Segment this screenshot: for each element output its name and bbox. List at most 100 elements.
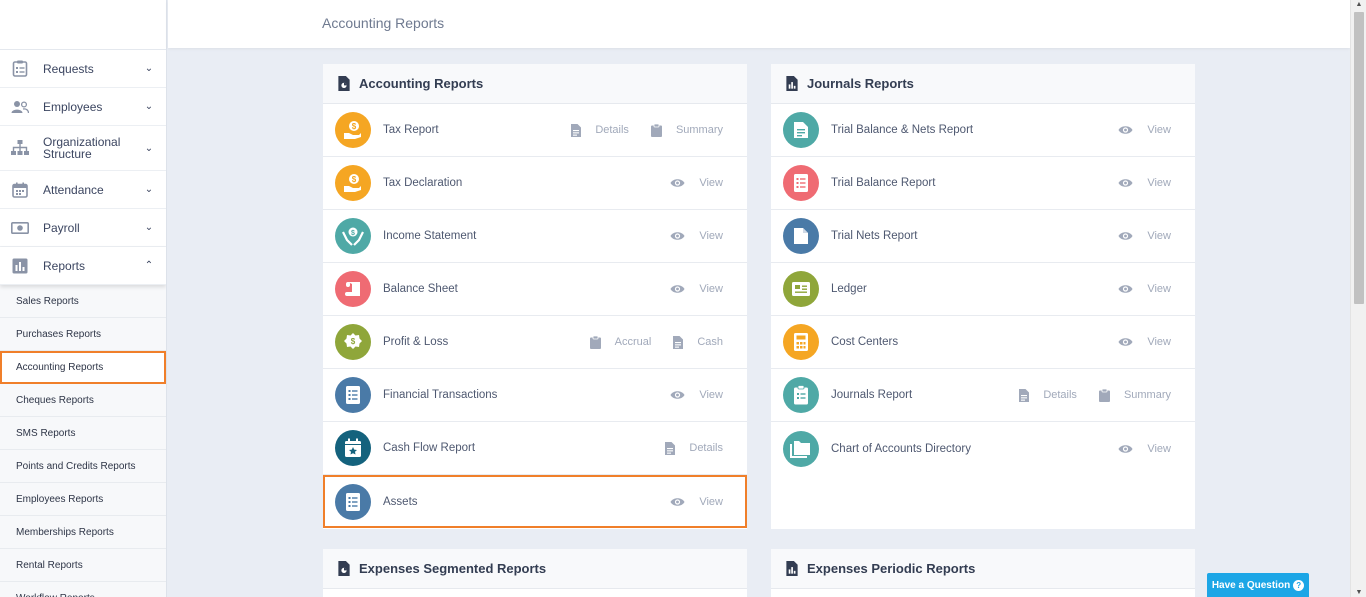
report-name[interactable]: Cost Centers: [831, 336, 1096, 348]
submenu-item-workflow-reports[interactable]: Workflow Reports: [0, 582, 166, 597]
report-name[interactable]: Chart of Accounts Directory: [831, 443, 1096, 455]
view-link[interactable]: View: [670, 230, 723, 242]
submenu-item-sales-reports[interactable]: Sales Reports: [0, 285, 166, 318]
document-icon: [1019, 388, 1036, 402]
chevron-down-icon: ⌄: [144, 63, 154, 74]
view-link[interactable]: View: [670, 496, 723, 508]
report-name[interactable]: Ledger: [831, 283, 1096, 295]
svg-text:$: $: [352, 175, 357, 184]
report-row-income-statement[interactable]: $ Income Statement View: [323, 210, 747, 263]
submenu-item-points-credits-reports[interactable]: Points and Credits Reports: [0, 450, 166, 483]
report-row-tax-report[interactable]: $ Tax Report Details Summary: [323, 104, 747, 157]
report-row-financial-transactions[interactable]: Financial Transactions View: [323, 369, 747, 422]
report-row-journals-report[interactable]: Journals Report Details Summary: [771, 369, 1195, 422]
report-row-cost-centers[interactable]: Cost Centers View: [771, 316, 1195, 369]
action-label: View: [1147, 124, 1171, 136]
chevron-up-icon: ⌃: [144, 260, 154, 271]
scrollbar-thumb[interactable]: [1354, 12, 1364, 304]
expenses-segmented-panel: Expenses Segmented Reports: [323, 549, 747, 597]
report-name[interactable]: Assets: [383, 496, 648, 508]
have-a-question-button[interactable]: Have a Question ?: [1207, 573, 1309, 597]
report-row-ledger[interactable]: Ledger View: [771, 263, 1195, 316]
submenu-item-employees-reports[interactable]: Employees Reports: [0, 483, 166, 516]
clipboard-icon: [589, 335, 608, 349]
report-name[interactable]: Income Statement: [383, 230, 648, 242]
action-label: View: [699, 283, 723, 295]
action-label: View: [699, 177, 723, 189]
report-name[interactable]: Trial Nets Report: [831, 230, 1096, 242]
sidebar-item-label: Attendance: [43, 182, 104, 197]
scroll-up-arrow[interactable]: ▲: [1351, 1, 1366, 8]
report-name[interactable]: Financial Transactions: [383, 389, 648, 401]
report-name[interactable]: Trial Balance & Nets Report: [831, 124, 1096, 136]
sidebar-item-attendance[interactable]: Attendance ⌄: [0, 171, 166, 209]
sidebar-item-payroll[interactable]: Payroll ⌄: [0, 209, 166, 247]
details-link[interactable]: Details: [665, 441, 723, 455]
view-link[interactable]: View: [1118, 336, 1171, 348]
panel-header: Accounting Reports: [323, 64, 747, 104]
sidebar-item-employees[interactable]: Employees ⌄: [0, 88, 166, 126]
accrual-link[interactable]: Accrual: [589, 335, 651, 349]
submenu-item-purchases-reports[interactable]: Purchases Reports: [0, 318, 166, 351]
eye-icon: [1118, 125, 1140, 135]
view-link[interactable]: View: [1118, 177, 1171, 189]
eye-icon: [1118, 337, 1140, 347]
view-link[interactable]: View: [670, 389, 723, 401]
submenu-item-rental-reports[interactable]: Rental Reports: [0, 549, 166, 582]
eye-icon: [670, 390, 692, 400]
action-label: View: [1147, 442, 1171, 455]
report-row-profit-and-loss[interactable]: $ Profit & Loss Accrual Cash: [323, 316, 747, 369]
report-name[interactable]: Tax Declaration: [383, 177, 648, 189]
report-chart-of-accounts-directory-icon: [783, 430, 819, 467]
cash-link[interactable]: Cash: [673, 335, 723, 349]
submenu-item-cheques-reports[interactable]: Cheques Reports: [0, 384, 166, 417]
report-name[interactable]: Trial Balance Report: [831, 177, 1096, 189]
action-label: Summary: [675, 124, 723, 136]
sidebar-item-organizational-structure[interactable]: Organizational Structure ⌄: [0, 126, 166, 171]
panel-title: Accounting Reports: [359, 76, 484, 91]
eye-icon: [670, 178, 692, 188]
chart-icon: [10, 257, 30, 275]
report-name[interactable]: Journals Report: [831, 389, 997, 401]
report-assets-icon: [335, 483, 371, 520]
report-row-cash-flow-report[interactable]: Cash Flow Report Details: [323, 422, 747, 475]
report-row-tax-declaration[interactable]: $ Tax Declaration View: [323, 157, 747, 210]
report-row-assets[interactable]: Assets View: [323, 475, 747, 528]
accounting-reports-panel: Accounting Reports $ Tax Report Details Sum…: [323, 64, 747, 529]
eye-icon: [1118, 444, 1140, 454]
submenu-item-accounting-reports[interactable]: Accounting Reports: [0, 351, 166, 384]
journals-reports-panel: Journals Reports Trial Balance & Nets Re…: [771, 64, 1195, 529]
sidebar-item-reports[interactable]: Reports ⌃: [0, 247, 166, 285]
submenu-item-memberships-reports[interactable]: Memberships Reports: [0, 516, 166, 549]
report-name[interactable]: Cash Flow Report: [383, 442, 643, 454]
reports-submenu: Sales Reports Purchases Reports Accounti…: [0, 285, 166, 597]
scroll-down-arrow[interactable]: ▼: [1351, 589, 1366, 596]
report-row-chart-of-accounts-directory[interactable]: Chart of Accounts Directory View: [771, 422, 1195, 475]
summary-link[interactable]: Summary: [650, 123, 723, 137]
report-name[interactable]: Balance Sheet: [383, 283, 648, 295]
report-row-trial-balance-and-nets-report[interactable]: Trial Balance & Nets Report View: [771, 104, 1195, 157]
users-icon: [10, 98, 30, 116]
view-link[interactable]: View: [1118, 230, 1171, 242]
view-link[interactable]: View: [1118, 124, 1171, 136]
sidebar-item-requests[interactable]: Requests ⌄: [0, 50, 166, 88]
clipboard-icon: [10, 60, 30, 78]
action-label: Details: [1043, 389, 1077, 401]
report-cost-centers-icon: [783, 324, 819, 360]
report-file-icon: [338, 76, 350, 91]
report-row-trial-balance-report[interactable]: Trial Balance Report View: [771, 157, 1195, 210]
view-link[interactable]: View: [670, 177, 723, 189]
details-link[interactable]: Details: [1019, 388, 1077, 402]
report-row-trial-nets-report[interactable]: Trial Nets Report View: [771, 210, 1195, 263]
report-row-balance-sheet[interactable]: Balance Sheet View: [323, 263, 747, 316]
view-link[interactable]: View: [1118, 443, 1171, 455]
report-name[interactable]: Profit & Loss: [383, 336, 568, 348]
summary-link[interactable]: Summary: [1098, 388, 1171, 402]
view-link[interactable]: View: [1118, 283, 1171, 295]
details-link[interactable]: Details: [571, 123, 629, 137]
panel-header: Expenses Periodic Reports: [771, 549, 1195, 589]
submenu-item-sms-reports[interactable]: SMS Reports: [0, 417, 166, 450]
report-name[interactable]: Tax Report: [383, 124, 549, 136]
view-link[interactable]: View: [670, 283, 723, 295]
page-scrollbar[interactable]: ▲ ▼: [1350, 0, 1366, 597]
